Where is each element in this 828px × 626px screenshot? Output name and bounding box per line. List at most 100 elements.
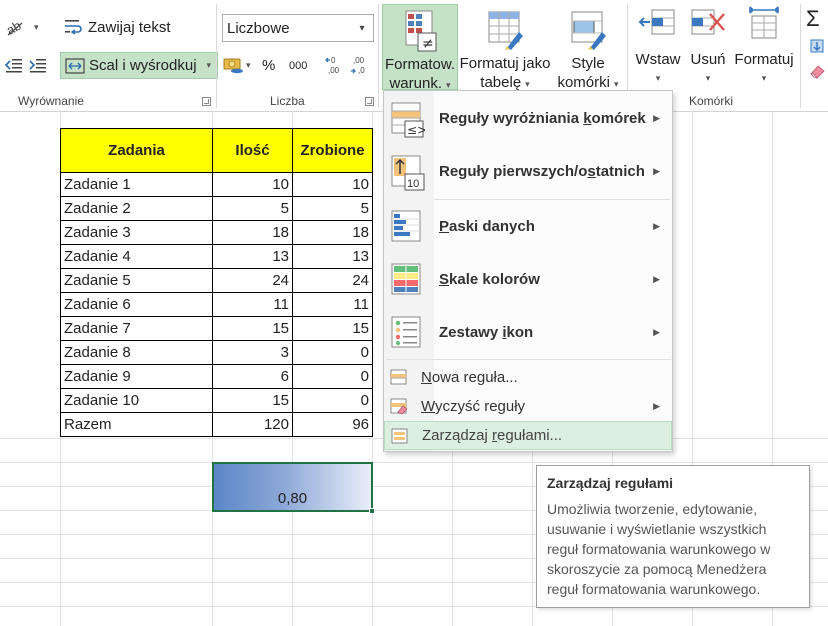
fill-button[interactable]	[808, 34, 826, 60]
menu-item-icon-sets[interactable]: Zestawy ikon ▶	[384, 306, 672, 359]
percent-style-button[interactable]: %	[262, 52, 275, 78]
task-name-cell[interactable]: Zadanie 7	[60, 316, 213, 341]
delete-cells-icon	[688, 4, 728, 48]
svg-text:10: 10	[407, 178, 419, 190]
menu-label-text: yczyść reguły	[435, 398, 526, 415]
task-name-cell[interactable]: Zadanie 3	[60, 220, 213, 245]
format-as-table-button[interactable]: Formatuj jako tabelę ▾	[459, 4, 551, 91]
done-cell[interactable]: 5	[292, 196, 373, 221]
cell-styles-label-1: Style	[571, 55, 605, 72]
format-label-row: Formatuj	[731, 50, 797, 69]
done-cell[interactable]: 15	[292, 316, 373, 341]
quantity-cell[interactable]: 120	[212, 412, 293, 437]
menu-item-label: Wyczyść reguły	[421, 398, 525, 415]
quantity-cell[interactable]: 10	[212, 172, 293, 197]
task-name-cell[interactable]: Zadanie 9	[60, 364, 213, 389]
ribbon-separator	[800, 4, 801, 108]
header-cell[interactable]: Ilość	[212, 128, 293, 173]
menu-label-text: kon	[506, 324, 534, 341]
accounting-format-button[interactable]: ▾	[222, 52, 251, 78]
done-cell[interactable]: 10	[292, 172, 373, 197]
tasks-table[interactable]: Zadania Ilość Zrobione Zadanie 1 10 10 Zada…	[60, 128, 373, 437]
format-cells-button[interactable]: Formatuj ▾	[731, 4, 797, 90]
menu-label-text: egułami...	[497, 427, 563, 444]
insert-cells-icon	[638, 4, 678, 48]
task-name-cell[interactable]: Zadanie 1	[60, 172, 213, 197]
table-row: Zadanie 4 13 13	[60, 244, 373, 269]
ratio-value: 0,80	[277, 490, 308, 507]
cell-styles-button[interactable]: Style komórki ▾	[552, 4, 624, 91]
done-cell[interactable]: 11	[292, 292, 373, 317]
quantity-cell[interactable]: 13	[212, 244, 293, 269]
increase-decimal-button[interactable]: 0,00	[325, 52, 345, 78]
menu-item-top-bottom-rules[interactable]: 10 Reguły pierwszych/ostatnich ▶	[384, 145, 672, 198]
merge-center-button[interactable]: Scal i wyśrodkuj ▾	[60, 52, 219, 79]
number-format-value: Liczbowe	[227, 19, 290, 37]
cell-styles-label-2: komórki	[557, 74, 610, 91]
done-cell[interactable]: 24	[292, 268, 373, 293]
comma-style-button[interactable]: 000	[289, 53, 307, 79]
menu-item-label: Nowa reguła...	[421, 369, 518, 386]
number-dialog-launcher[interactable]	[365, 97, 374, 106]
task-name-cell[interactable]: Zadanie 4	[60, 244, 213, 269]
chevron-down-icon: ▾	[206, 60, 212, 70]
insert-button[interactable]: Wstaw ▾	[632, 4, 684, 90]
done-cell[interactable]: 0	[292, 340, 373, 365]
clear-button[interactable]	[808, 58, 826, 84]
quantity-cell[interactable]: 6	[212, 364, 293, 389]
conditional-formatting-button[interactable]: ≠ Formatow. warunk. ▾	[382, 4, 458, 92]
autosum-button[interactable]: Σ	[806, 6, 820, 32]
table-row: Zadanie 7 15 15	[60, 316, 373, 341]
done-cell[interactable]: 13	[292, 244, 373, 269]
menu-item-manage-rules[interactable]: Zarządzaj regułami...	[384, 421, 672, 450]
orientation-button[interactable]: ab ▾	[4, 14, 39, 40]
task-name-cell[interactable]: Razem	[60, 412, 213, 437]
tooltip-title: Zarządzaj regułami	[547, 475, 674, 491]
menu-item-highlight-cell-rules[interactable]: ≤> Reguły wyróżniania komórek ▶	[384, 92, 672, 145]
menu-item-new-rule[interactable]: Nowa reguła...	[384, 363, 672, 392]
header-cell[interactable]: Zadania	[60, 128, 213, 173]
done-cell[interactable]: 0	[292, 388, 373, 413]
menu-item-clear-rules[interactable]: Wyczyść reguły ▶	[384, 392, 672, 421]
task-name-cell[interactable]: Zadanie 5	[60, 268, 213, 293]
accounting-icon	[222, 55, 246, 75]
quantity-cell[interactable]: 11	[212, 292, 293, 317]
decrease-decimal-button[interactable]: ,00,0	[350, 52, 370, 78]
quantity-cell[interactable]: 3	[212, 340, 293, 365]
quantity-cell[interactable]: 24	[212, 268, 293, 293]
task-name-cell[interactable]: Zadanie 2	[60, 196, 213, 221]
quantity-cell[interactable]: 15	[212, 388, 293, 413]
menu-item-color-scales[interactable]: Skale kolorów ▶	[384, 253, 672, 306]
table-row: Zadanie 830	[60, 340, 373, 365]
increase-indent-button[interactable]	[28, 52, 48, 78]
quantity-cell[interactable]: 5	[212, 196, 293, 221]
decrease-indent-button[interactable]	[4, 52, 24, 78]
menu-label-text: tatnich	[595, 163, 645, 180]
delete-button[interactable]: Usuń ▾	[686, 4, 730, 90]
quantity-cell[interactable]: 18	[212, 220, 293, 245]
done-cell[interactable]: 18	[292, 220, 373, 245]
wrap-text-button[interactable]: Zawijaj tekst	[64, 14, 171, 40]
format-as-table-label-1: Formatuj jako	[459, 55, 551, 72]
top-bottom-icon: 10	[391, 152, 425, 192]
number-format-select[interactable]: Liczbowe ▾	[222, 14, 374, 42]
done-cell[interactable]: 96	[292, 412, 373, 437]
access-key: P	[439, 218, 450, 235]
fill-handle[interactable]	[369, 508, 375, 514]
task-name-cell[interactable]: Zadanie 6	[60, 292, 213, 317]
task-name-cell[interactable]: Zadanie 10	[60, 388, 213, 413]
icon-sets-icon	[391, 313, 425, 353]
table-row: Zadanie 5 24 24	[60, 268, 373, 293]
quantity-cell[interactable]: 15	[212, 316, 293, 341]
new-rule-icon	[390, 369, 408, 386]
selected-cell-ratio[interactable]: 0,80	[212, 462, 373, 512]
alignment-dialog-launcher[interactable]	[202, 97, 211, 106]
table-row: Zadanie 255	[60, 196, 373, 221]
wrap-text-icon	[64, 18, 84, 36]
done-cell[interactable]: 0	[292, 364, 373, 389]
header-cell[interactable]: Zrobione	[292, 128, 373, 173]
menu-item-data-bars[interactable]: Paski danych ▶	[384, 200, 672, 253]
task-name-cell[interactable]: Zadanie 8	[60, 340, 213, 365]
menu-separator	[386, 359, 671, 360]
merge-center-icon	[65, 57, 85, 74]
